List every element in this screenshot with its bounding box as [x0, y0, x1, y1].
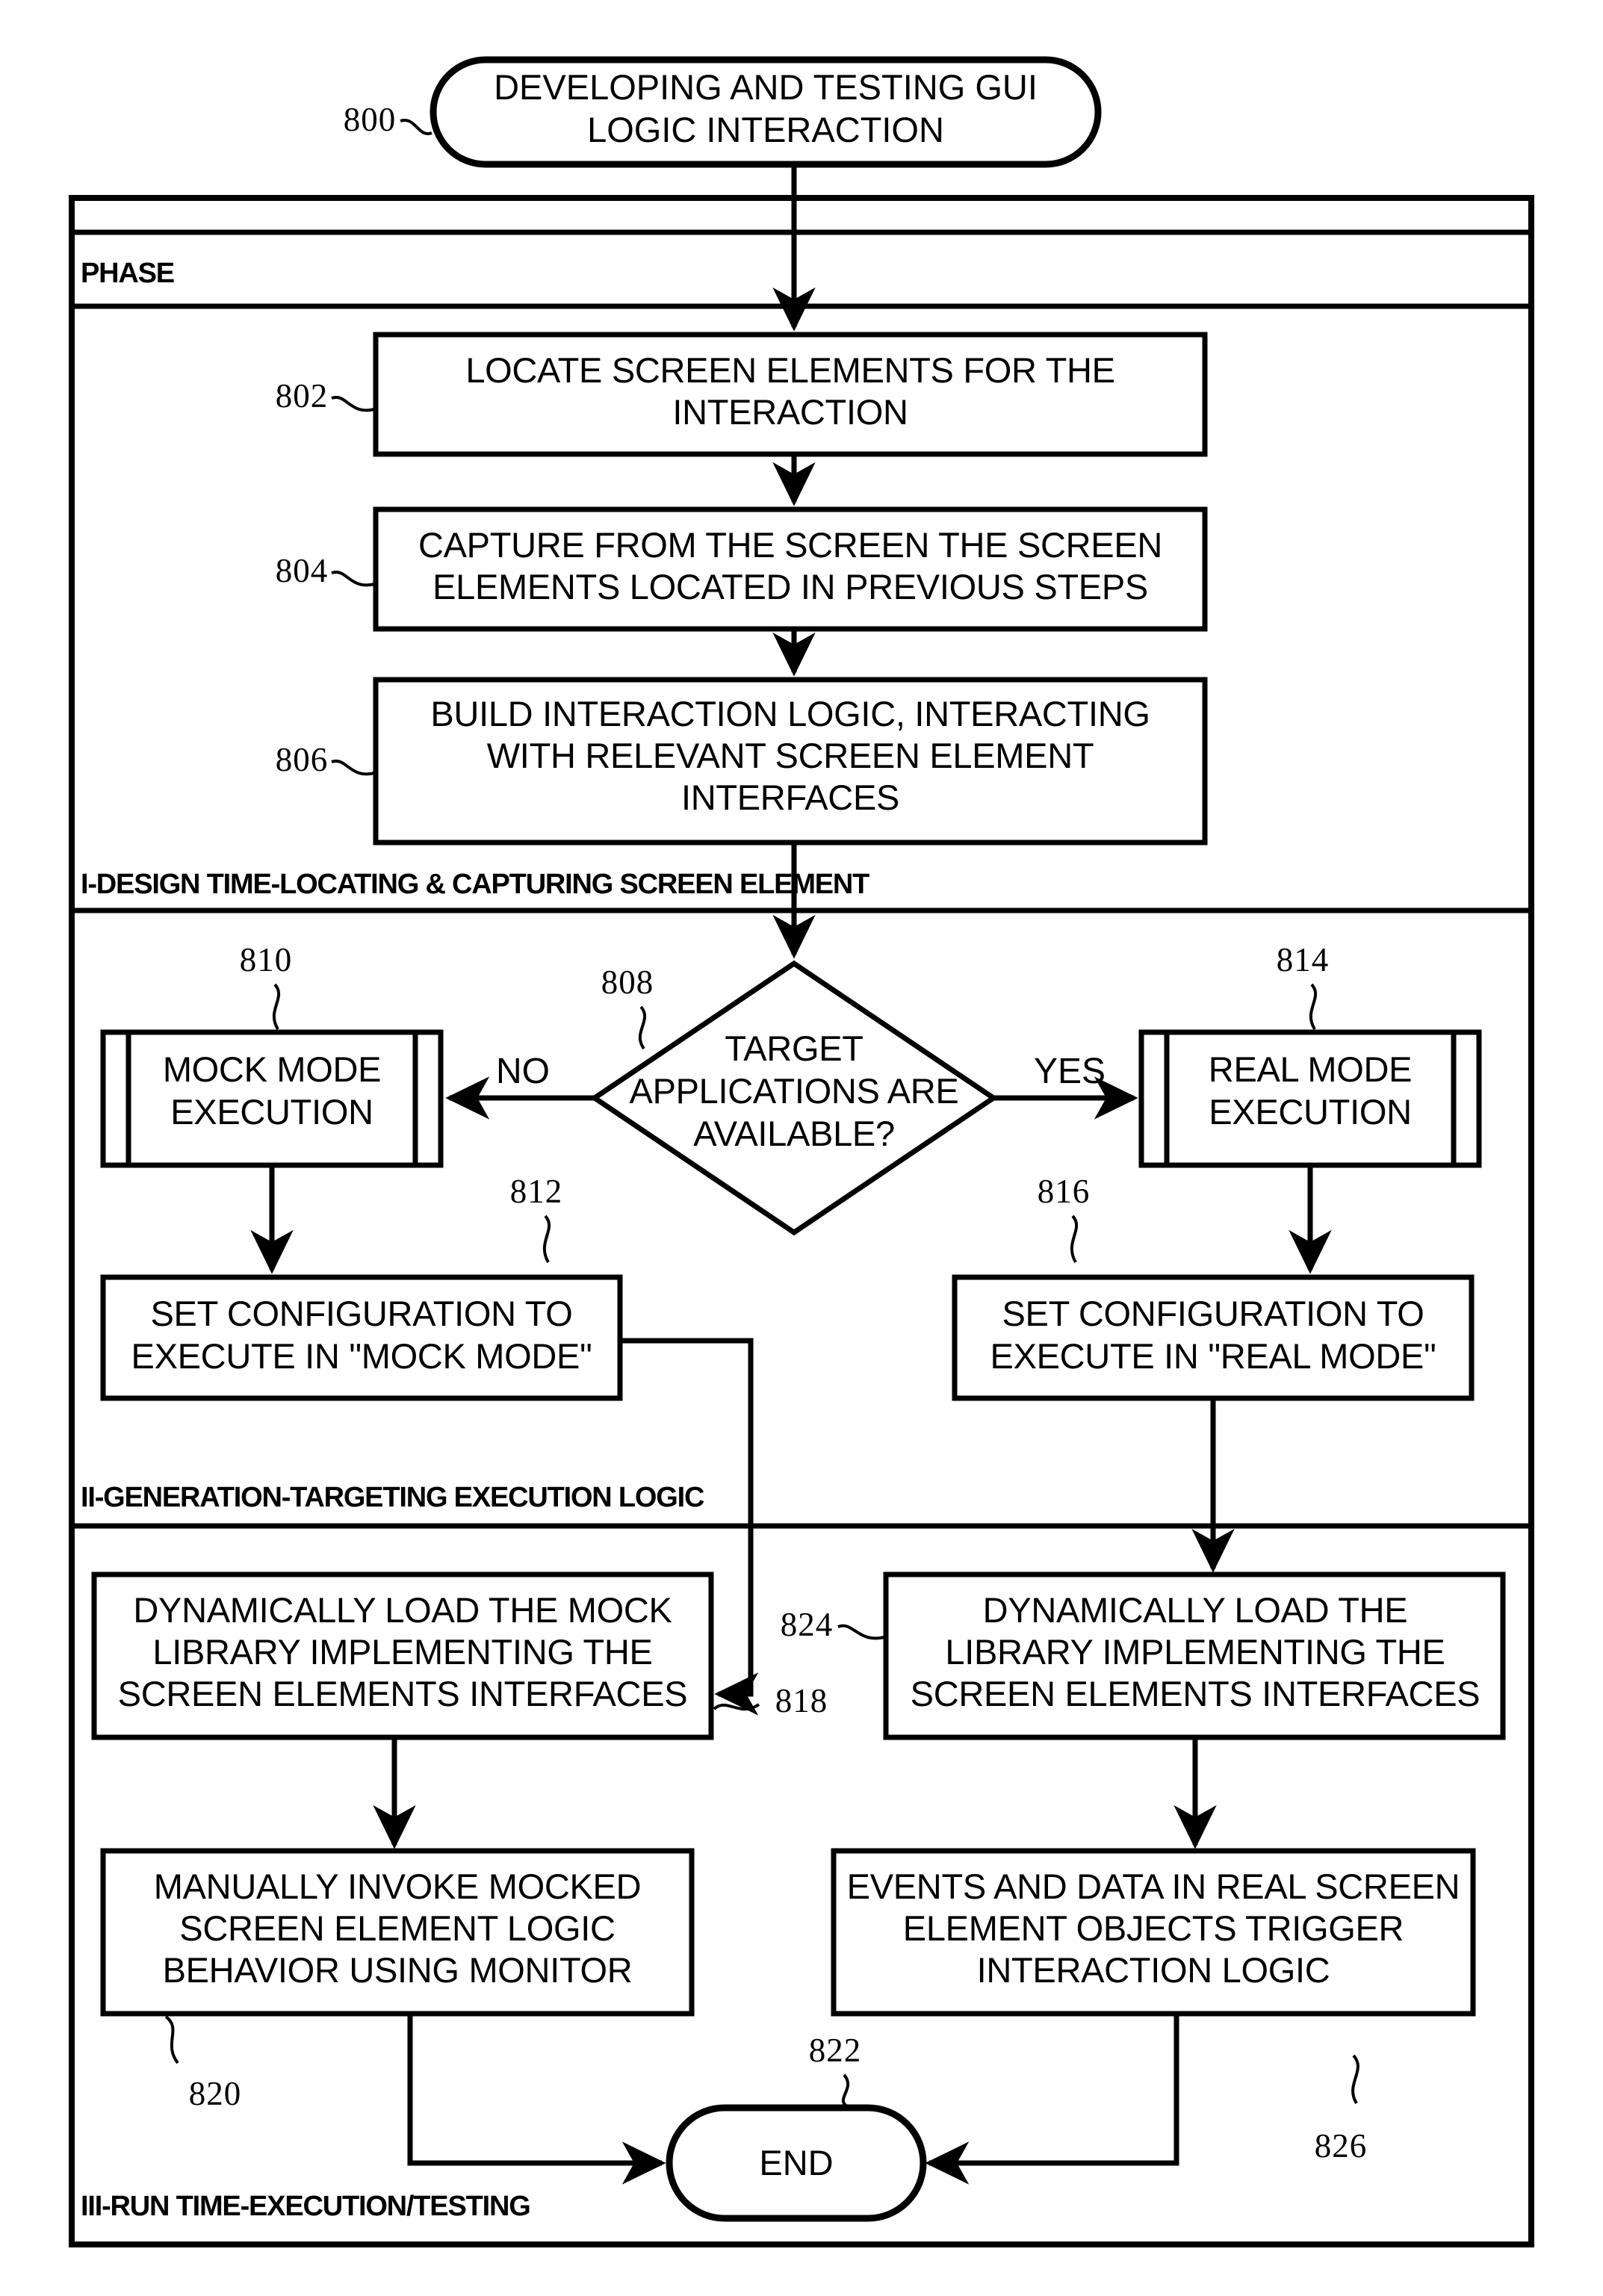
- node-824-line1: DYNAMICALLY LOAD THE: [983, 1590, 1408, 1630]
- node-802: LOCATE SCREEN ELEMENTS FOR THE INTERACTI…: [373, 332, 1208, 457]
- ref-800-leader: 800: [344, 101, 432, 138]
- edge-820-to-end: [407, 2014, 666, 2185]
- ref-812-leader: 812: [510, 1173, 563, 1263]
- ref-802-leader: 802: [276, 377, 375, 415]
- ref-806: 806: [276, 741, 329, 778]
- ref-800: 800: [344, 101, 397, 138]
- node-806-line2: WITH RELEVANT SCREEN ELEMENT: [487, 736, 1094, 775]
- node-818-line3: SCREEN ELEMENTS INTERFACES: [118, 1674, 688, 1713]
- branch-label-yes: YES: [1034, 1052, 1106, 1091]
- phase-2-label: II-GENERATION-TARGETING EXECUTION LOGIC: [81, 1482, 704, 1513]
- node-814: REAL MODE EXECUTION: [1138, 1029, 1482, 1168]
- ref-816: 816: [1038, 1173, 1091, 1210]
- branch-label-no: NO: [496, 1052, 550, 1091]
- ref-804-leader: 804: [276, 552, 375, 589]
- phase-1-label: I-DESIGN TIME-LOCATING & CAPTURING SCREE…: [81, 869, 869, 900]
- node-824: DYNAMICALLY LOAD THE LIBRARY IMPLEMENTIN…: [883, 1571, 1506, 1740]
- end-terminator: END: [666, 2104, 927, 2222]
- start-label-line2: LOGIC INTERACTION: [587, 110, 944, 149]
- node-806: BUILD INTERACTION LOGIC, INTERACTING WIT…: [373, 677, 1208, 846]
- flowchart-svg: DEVELOPING AND TESTING GUI LOGIC INTERAC…: [69, 56, 1534, 2247]
- ref-802: 802: [276, 377, 329, 415]
- node-816: SET CONFIGURATION TO EXECUTE IN "REAL MO…: [952, 1274, 1475, 1401]
- node-808-line3: AVAILABLE?: [693, 1114, 895, 1153]
- ref-808: 808: [601, 964, 654, 1001]
- node-804-line2: ELEMENTS LOCATED IN PREVIOUS STEPS: [432, 567, 1148, 606]
- node-814-line2: EXECUTION: [1209, 1092, 1412, 1132]
- node-818: DYNAMICALLY LOAD THE MOCK LIBRARY IMPLEM…: [91, 1571, 714, 1740]
- ref-824-leader: 824: [781, 1606, 885, 1643]
- node-806-line3: INTERFACES: [681, 778, 899, 817]
- node-820: MANUALLY INVOKE MOCKED SCREEN ELEMENT LO…: [100, 1848, 695, 2017]
- phase-3-label: III-RUN TIME-EXECUTION/TESTING: [81, 2191, 530, 2222]
- ref-810-leader: 810: [240, 941, 293, 1031]
- phase-header-label: PHASE: [81, 258, 174, 289]
- node-810: MOCK MODE EXECUTION: [100, 1029, 444, 1168]
- ref-814-leader: 814: [1277, 941, 1330, 1031]
- ref-814: 814: [1277, 941, 1330, 978]
- figure-canvas: DEVELOPING AND TESTING GUI LOGIC INTERAC…: [0, 0, 1603, 2296]
- ref-812: 812: [510, 1173, 563, 1210]
- ref-826: 826: [1315, 2127, 1368, 2165]
- node-824-line2: LIBRARY IMPLEMENTING THE: [945, 1632, 1445, 1672]
- ref-808-leader: 808: [601, 964, 654, 1050]
- end-label: END: [759, 2143, 833, 2182]
- node-826-line2: ELEMENT OBJECTS TRIGGER: [903, 1908, 1404, 1948]
- node-810-line2: EXECUTION: [170, 1092, 373, 1132]
- ref-818: 818: [775, 1682, 828, 1719]
- ref-822: 822: [809, 2032, 862, 2069]
- ref-818-leader: 818: [713, 1682, 828, 1719]
- ref-822-leader: 822: [809, 2032, 862, 2108]
- node-818-line1: DYNAMICALLY LOAD THE MOCK: [133, 1590, 672, 1630]
- node-808-line2: APPLICATIONS ARE: [630, 1071, 959, 1111]
- node-808-decision: TARGET APPLICATIONS ARE AVAILABLE?: [589, 960, 999, 1236]
- node-816-line2: EXECUTE IN "REAL MODE": [990, 1336, 1436, 1376]
- node-810-line1: MOCK MODE: [163, 1049, 381, 1089]
- ref-810: 810: [240, 941, 293, 978]
- node-802-line2: INTERACTION: [672, 392, 908, 432]
- node-802-line1: LOCATE SCREEN ELEMENTS FOR THE: [465, 350, 1114, 390]
- node-812-line2: EXECUTE IN "MOCK MODE": [131, 1336, 592, 1376]
- ref-804: 804: [276, 552, 329, 589]
- edge-826-to-end: [925, 2014, 1179, 2185]
- start-terminator: DEVELOPING AND TESTING GUI LOGIC INTERAC…: [430, 56, 1102, 168]
- node-820-line1: MANUALLY INVOKE MOCKED: [154, 1867, 641, 1906]
- ref-820: 820: [189, 2075, 242, 2112]
- ref-824: 824: [781, 1606, 834, 1643]
- node-814-line1: REAL MODE: [1209, 1049, 1412, 1089]
- node-826-line1: EVENTS AND DATA IN REAL SCREEN: [847, 1867, 1460, 1906]
- ref-816-leader: 816: [1038, 1173, 1091, 1263]
- node-820-line3: BEHAVIOR USING MONITOR: [163, 1950, 633, 1990]
- node-826: EVENTS AND DATA IN REAL SCREEN ELEMENT O…: [831, 1848, 1476, 2017]
- ref-826-leader: 826: [1315, 2054, 1368, 2165]
- node-824-line3: SCREEN ELEMENTS INTERFACES: [911, 1674, 1480, 1713]
- ref-806-leader: 806: [276, 741, 375, 778]
- node-806-line1: BUILD INTERACTION LOGIC, INTERACTING: [430, 694, 1150, 733]
- node-812-line1: SET CONFIGURATION TO: [150, 1294, 572, 1333]
- node-820-line2: SCREEN ELEMENT LOGIC: [179, 1908, 615, 1948]
- node-804-line1: CAPTURE FROM THE SCREEN THE SCREEN: [418, 525, 1162, 565]
- node-816-line1: SET CONFIGURATION TO: [1002, 1294, 1424, 1333]
- node-808-line1: TARGET: [725, 1028, 863, 1068]
- node-812: SET CONFIGURATION TO EXECUTE IN "MOCK MO…: [100, 1274, 623, 1401]
- ref-820-leader: 820: [164, 2015, 242, 2112]
- node-826-line3: INTERACTION LOGIC: [977, 1950, 1330, 1990]
- node-804: CAPTURE FROM THE SCREEN THE SCREEN ELEME…: [373, 506, 1208, 632]
- start-label-line1: DEVELOPING AND TESTING GUI: [494, 67, 1038, 107]
- node-818-line2: LIBRARY IMPLEMENTING THE: [152, 1632, 652, 1672]
